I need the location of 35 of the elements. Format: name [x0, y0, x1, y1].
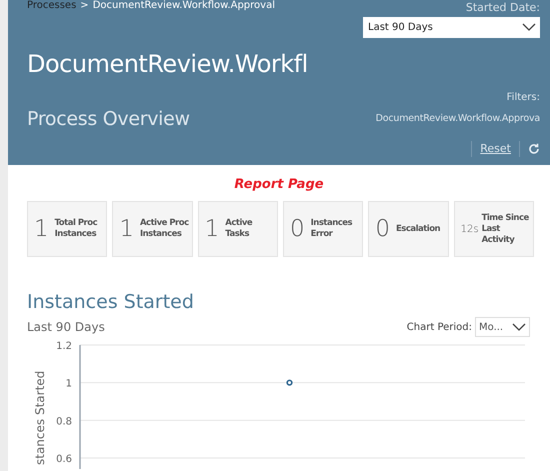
- stat-value: 0: [290, 214, 305, 244]
- stat-label: Active Tasks: [225, 218, 254, 240]
- stat-label: Escalation: [396, 224, 440, 234]
- process-title: DocumentReview.Workfl: [27, 48, 309, 80]
- stat-value: 12s: [460, 222, 479, 236]
- stat-value: 1: [204, 214, 220, 244]
- section-subtitle: Last 90 Days: [27, 319, 105, 336]
- stat-value: 1: [119, 214, 134, 244]
- stat-value: 1: [34, 214, 49, 244]
- chevron-down-icon: [512, 323, 526, 331]
- filter-value: DocumentReview.Workflow.Approva: [376, 112, 540, 126]
- breadcrumb-current: DocumentReview.Workflow.Approval: [92, 0, 275, 11]
- data-point: [286, 380, 293, 386]
- y-tick-label: 0.8: [56, 416, 72, 428]
- breadcrumb-link[interactable]: Processes: [27, 0, 76, 11]
- stat-label: Instances Error: [310, 218, 354, 240]
- y-tick-label: 1: [66, 378, 72, 390]
- y-tick-label: 0.6: [56, 454, 72, 465]
- chart-period-dropdown[interactable]: Mo...: [475, 317, 530, 337]
- stat-value: 0: [375, 214, 390, 244]
- y-axis-title: stances Started: [33, 370, 47, 465]
- section-title: Instances Started: [27, 291, 195, 313]
- y-tick-label: 1.2: [56, 341, 72, 352]
- stat-label: Active Proc Instances: [140, 218, 189, 240]
- page-subtitle: Process Overview: [27, 106, 190, 132]
- chevron-down-icon: [522, 23, 536, 31]
- refresh-icon[interactable]: [528, 143, 540, 156]
- breadcrumb-separator: >: [80, 0, 89, 11]
- started-date-label: Started Date:: [466, 0, 540, 16]
- stat-label: Time Since Last Activity: [482, 212, 530, 246]
- date-range-dropdown[interactable]: Last 90 Days: [363, 16, 540, 38]
- chart-period-label: Chart Period:: [406, 320, 472, 334]
- stat-label: Total Proc Instances: [54, 218, 98, 240]
- report-page-heading: Report Page: [233, 177, 325, 193]
- filters-label: Filters:: [506, 90, 540, 104]
